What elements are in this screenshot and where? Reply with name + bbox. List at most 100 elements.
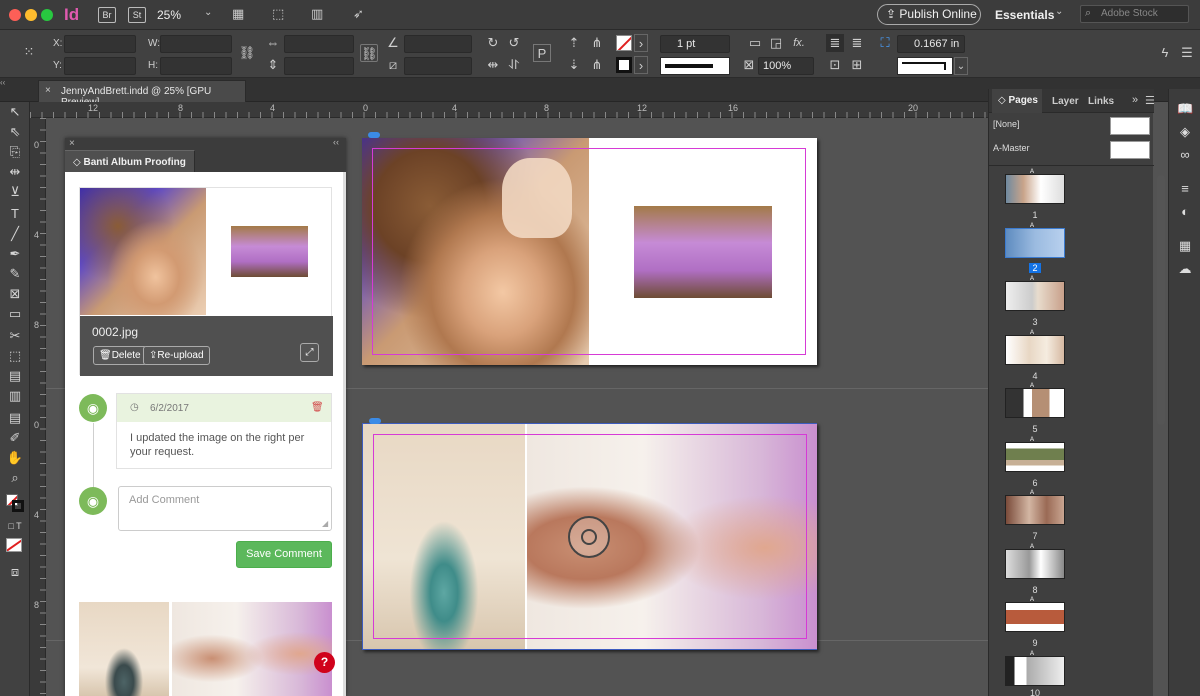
rotate-ccw-icon[interactable]: ↺ xyxy=(505,34,523,52)
fill-none-swatch[interactable] xyxy=(616,35,632,51)
resize-handle-icon[interactable]: ◢ xyxy=(322,519,328,528)
page-thumb-3[interactable] xyxy=(1005,281,1065,311)
width-field[interactable] xyxy=(160,35,232,53)
effects-fx-button[interactable]: fx. xyxy=(790,34,808,52)
shadow-icon[interactable]: ◲ xyxy=(767,34,785,52)
free-transform-tool-icon[interactable]: ⬚ xyxy=(5,348,25,364)
creative-cloud-icon[interactable]: ☁ xyxy=(1177,261,1193,277)
minimize-window-button[interactable] xyxy=(25,9,37,21)
constrain-proportions-icon[interactable]: ⛓ xyxy=(238,44,256,62)
panel-menu-icon[interactable]: ☰ xyxy=(1178,44,1196,62)
tab-layers[interactable]: Layer xyxy=(1052,96,1079,107)
pencil-tool-icon[interactable]: ✎ xyxy=(5,266,25,282)
pen-tool-icon[interactable]: ✒ xyxy=(5,246,25,262)
line-tool-icon[interactable]: ╱ xyxy=(5,226,25,242)
stroke-weight-field[interactable]: 1 pt xyxy=(660,35,730,53)
none-master-thumb[interactable] xyxy=(1110,117,1150,135)
reference-point-icon[interactable]: ⁙ xyxy=(20,43,38,61)
scissors-tool-icon[interactable]: ✂ xyxy=(5,328,25,344)
swatches-icon[interactable]: ◐ xyxy=(1177,204,1193,220)
panel-overflow-icon[interactable]: » xyxy=(1132,94,1138,106)
stroke-menu-chevron-icon[interactable]: › xyxy=(634,56,648,74)
zoom-tool-icon[interactable]: ⌕ xyxy=(5,470,25,486)
screen-mode-tool-icon[interactable]: ⧈ xyxy=(5,564,25,580)
delete-button[interactable]: 🗑Delete xyxy=(93,346,147,365)
next-proof-thumbnail-right[interactable] xyxy=(172,602,332,696)
collapse-panel-icon[interactable]: ‹‹ xyxy=(333,137,339,147)
proof-thumbnail-right[interactable] xyxy=(231,226,308,277)
shear-field[interactable] xyxy=(404,57,472,75)
stroke-type-select[interactable] xyxy=(660,57,730,75)
lightning-icon[interactable]: ϟ xyxy=(1156,44,1174,62)
proof-thumbnail-left[interactable] xyxy=(80,188,206,315)
layers-icon[interactable]: ◈ xyxy=(1177,124,1193,140)
bridge-button[interactable]: Br xyxy=(98,7,116,23)
apply-none-icon[interactable] xyxy=(6,538,22,552)
type-tool-icon[interactable]: T xyxy=(5,206,25,222)
spread-2[interactable] xyxy=(362,418,817,650)
help-button[interactable]: ? xyxy=(314,652,335,673)
stroke-panel-icon[interactable]: ≡ xyxy=(1177,181,1193,197)
stroke-align-center-icon[interactable]: ≣ xyxy=(826,34,844,52)
flip-horizontal-icon[interactable]: ⇹ xyxy=(484,56,502,74)
close-panel-icon[interactable]: × xyxy=(69,138,75,149)
save-comment-button[interactable]: Save Comment xyxy=(236,541,332,568)
note-tool-icon[interactable]: ▤ xyxy=(5,410,25,426)
scale-y-field[interactable] xyxy=(284,57,354,75)
rotate-cw-icon[interactable]: ↻ xyxy=(484,34,502,52)
a-master-label[interactable]: A-Master xyxy=(993,143,1030,153)
none-master-label[interactable]: [None] xyxy=(993,119,1020,129)
x-field[interactable] xyxy=(64,35,136,53)
select-container-icon[interactable]: ⇡ xyxy=(565,34,583,52)
flip-vertical-icon[interactable]: ⥯ xyxy=(505,56,523,74)
fill-menu-chevron-icon[interactable]: › xyxy=(634,34,648,52)
zoom-level[interactable]: 25% xyxy=(157,8,181,22)
stroke-color-icon[interactable] xyxy=(12,500,24,512)
close-tab-icon[interactable]: × xyxy=(45,85,51,96)
autofit-icon[interactable]: ⛶ xyxy=(876,34,894,52)
arrange-documents-icon[interactable]: ▥ xyxy=(311,6,323,22)
page-thumb-6[interactable] xyxy=(1005,442,1065,472)
tab-pages[interactable]: ◇ Pages xyxy=(992,89,1042,113)
page-thumb-7[interactable] xyxy=(1005,495,1065,525)
tab-links[interactable]: Links xyxy=(1088,96,1114,107)
next-proof-thumbnail-left[interactable] xyxy=(79,602,169,696)
stroke-align-inside-icon[interactable]: ≣ xyxy=(848,34,866,52)
gap-tool-icon[interactable]: ⇹ xyxy=(5,164,25,180)
zoom-window-button[interactable] xyxy=(41,9,53,21)
page-thumb-2[interactable] xyxy=(1005,228,1065,258)
expand-image-button[interactable]: ⤢ xyxy=(300,343,319,362)
rectangle-frame-tool-icon[interactable]: ⊠ xyxy=(5,286,25,302)
stock-button[interactable]: St xyxy=(128,7,146,23)
reupload-button[interactable]: ⇪Re-upload xyxy=(143,346,210,365)
page-thumb-9[interactable] xyxy=(1005,602,1065,632)
frame-link-icon[interactable] xyxy=(369,418,381,424)
add-comment-textarea[interactable]: Add Comment ◢ xyxy=(118,486,332,531)
close-window-button[interactable] xyxy=(9,9,21,21)
spread-1[interactable] xyxy=(362,132,817,365)
page-thumb-1[interactable] xyxy=(1005,174,1065,204)
selection-tool-icon[interactable]: ↖ xyxy=(5,104,25,120)
frame-link-icon[interactable] xyxy=(368,132,380,138)
stock-search-field[interactable]: ⌕ Adobe Stock xyxy=(1080,5,1189,23)
stroke-swatch[interactable] xyxy=(616,57,632,73)
content-collector-icon[interactable]: ⊻ xyxy=(5,184,25,200)
opacity-field[interactable]: 100% xyxy=(758,57,814,75)
formatting-affects-icon[interactable]: □ T xyxy=(5,518,25,534)
corner-shape-select[interactable] xyxy=(897,57,953,75)
book-icon[interactable]: 📖 xyxy=(1177,101,1193,117)
height-field[interactable] xyxy=(160,57,232,75)
cc-libraries-icon[interactable]: ▦ xyxy=(1177,238,1193,254)
a-master-thumb[interactable] xyxy=(1110,141,1150,159)
position-p-icon[interactable]: P xyxy=(533,44,551,62)
workspace-switcher[interactable]: Essentials xyxy=(995,8,1054,22)
gradient-feather-tool-icon[interactable]: ▥ xyxy=(5,388,25,404)
y-field[interactable] xyxy=(64,57,136,75)
scale-x-field[interactable] xyxy=(284,35,354,53)
content-grabber-icon[interactable] xyxy=(568,516,610,558)
page-thumb-5[interactable] xyxy=(1005,388,1065,418)
gradient-swatch-tool-icon[interactable]: ▤ xyxy=(5,368,25,384)
delete-comment-icon[interactable]: 🗑 xyxy=(311,402,324,413)
pages-scrollbar[interactable] xyxy=(1157,175,1165,425)
panel-menu-icon[interactable]: ☰ xyxy=(1145,94,1155,107)
